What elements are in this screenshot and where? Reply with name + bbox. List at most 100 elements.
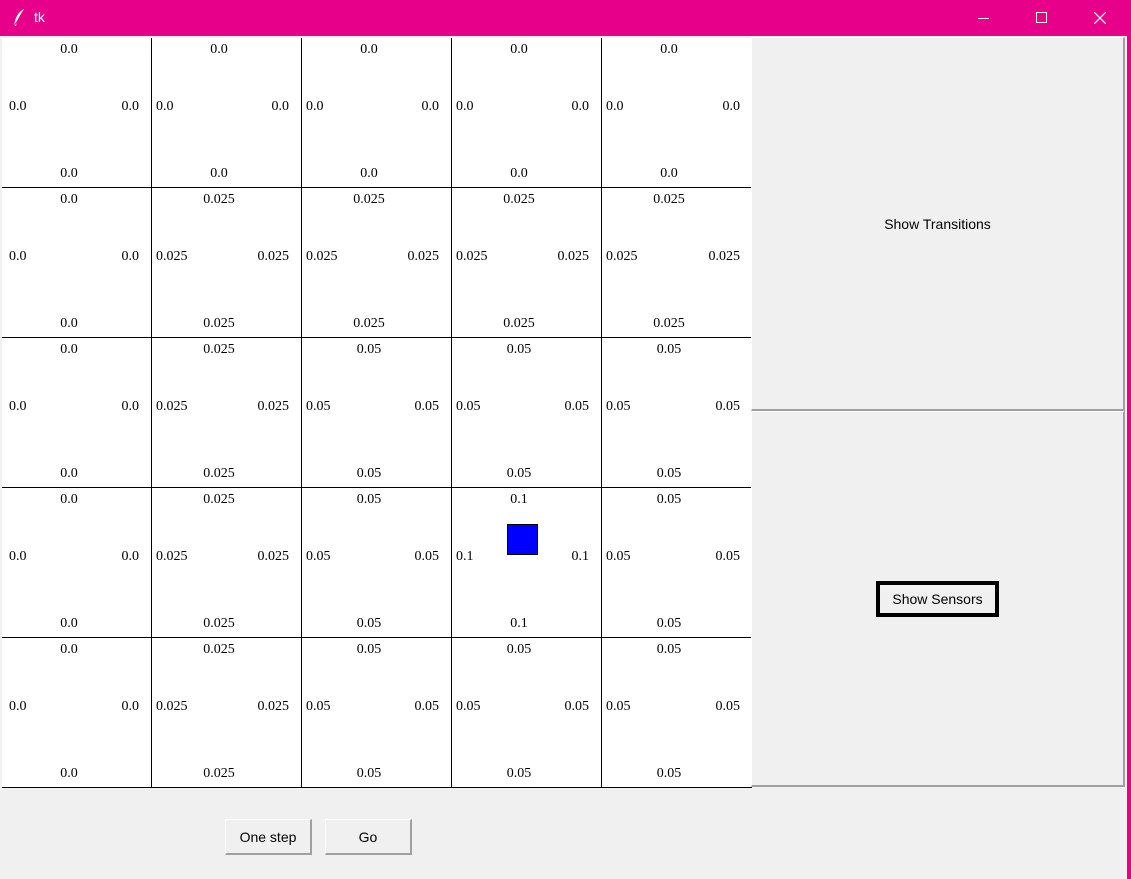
- title-bar: tk: [0, 0, 1131, 36]
- show-sensors-panel[interactable]: Show Sensors: [751, 411, 1125, 787]
- cell-value-right: 0.025: [708, 249, 741, 264]
- cell-value-top: 0.05: [506, 642, 532, 657]
- cell-value-left: 0.0: [156, 99, 174, 114]
- cell-value-bottom: 0.05: [656, 466, 682, 481]
- cell-value-left: 0.025: [156, 249, 188, 264]
- cell-value-left: 0.0: [606, 99, 624, 114]
- cell-value-top: 0.0: [60, 192, 78, 207]
- cell-value-bottom: 0.025: [203, 316, 235, 331]
- cell-value-bottom: 0.0: [60, 766, 78, 781]
- cell-value-top: 0.0: [60, 642, 78, 657]
- grid-cell: 0.025 0.025 0.025 0.025: [152, 338, 302, 488]
- cell-value-top: 0.05: [356, 492, 382, 507]
- grid-cell: 0.025 0.025 0.025 0.025: [302, 188, 452, 338]
- window-frame: [1127, 36, 1131, 879]
- grid-cell: 0.025 0.025 0.025 0.025: [152, 638, 302, 788]
- grid-cell: 0.0 0.0 0.0 0.0: [452, 38, 602, 188]
- cell-value-right: 0.025: [257, 699, 290, 714]
- cell-value-right: 0.025: [257, 549, 290, 564]
- cell-value-left: 0.05: [606, 399, 631, 414]
- grid-cell: 0.0 0.0 0.0 0.0: [2, 188, 152, 338]
- cell-value-right: 0.0: [421, 99, 440, 114]
- cell-value-bottom: 0.05: [356, 616, 382, 631]
- cell-value-right: 0.0: [271, 99, 290, 114]
- cell-value-top: 0.025: [353, 192, 385, 207]
- robot-marker: [507, 524, 538, 555]
- show-transitions-label: Show Transitions: [884, 215, 991, 232]
- cell-value-top: 0.0: [510, 42, 528, 57]
- cell-value-left: 0.0: [9, 699, 27, 714]
- cell-value-right: 0.05: [414, 549, 440, 564]
- cell-value-top: 0.025: [203, 642, 235, 657]
- cell-value-left: 0.025: [306, 249, 338, 264]
- cell-value-top: 0.025: [653, 192, 685, 207]
- cell-value-right: 0.0: [571, 99, 590, 114]
- close-button[interactable]: [1071, 0, 1129, 36]
- cell-value-right: 0.0: [722, 99, 741, 114]
- cell-value-bottom: 0.025: [353, 316, 385, 331]
- grid-cell: 0.0 0.0 0.0 0.0: [302, 38, 452, 188]
- cell-value-top: 0.025: [503, 192, 535, 207]
- show-transitions-button[interactable]: Show Transitions: [751, 37, 1125, 411]
- cell-value-left: 0.025: [156, 699, 188, 714]
- grid-cell: 0.0 0.0 0.0 0.0: [602, 38, 752, 188]
- grid-cell: 0.05 0.05 0.05 0.05: [302, 488, 452, 638]
- grid-cell: 0.0 0.0 0.0 0.0: [2, 338, 152, 488]
- cell-value-top: 0.025: [203, 192, 235, 207]
- cell-value-left: 0.025: [606, 249, 638, 264]
- cell-value-top: 0.1: [510, 492, 528, 507]
- cell-value-bottom: 0.025: [203, 766, 235, 781]
- cell-value-bottom: 0.025: [203, 616, 235, 631]
- cell-value-bottom: 0.0: [510, 166, 528, 181]
- cell-value-left: 0.0: [9, 399, 27, 414]
- cell-value-right: 0.05: [414, 399, 440, 414]
- cell-value-bottom: 0.025: [203, 466, 235, 481]
- cell-value-top: 0.05: [656, 342, 682, 357]
- cell-value-bottom: 0.05: [656, 766, 682, 781]
- cell-value-right: 0.025: [257, 249, 290, 264]
- cell-value-bottom: 0.0: [60, 466, 78, 481]
- cell-value-left: 0.05: [606, 699, 631, 714]
- cell-value-top: 0.05: [656, 642, 682, 657]
- cell-value-bottom: 0.0: [360, 166, 378, 181]
- cell-value-left: 0.0: [306, 99, 324, 114]
- grid-cell: 0.05 0.05 0.05 0.05: [302, 638, 452, 788]
- cell-value-left: 0.05: [606, 549, 631, 564]
- cell-value-left: 0.0: [9, 99, 27, 114]
- maximize-button[interactable]: [1013, 0, 1071, 36]
- cell-value-left: 0.0: [9, 549, 27, 564]
- minimize-button[interactable]: [955, 0, 1013, 36]
- cell-value-bottom: 0.0: [60, 616, 78, 631]
- cell-value-left: 0.05: [456, 699, 481, 714]
- cell-value-bottom: 0.025: [503, 316, 535, 331]
- grid-cell: 0.025 0.025 0.025 0.025: [152, 188, 302, 338]
- cell-value-right: 0.0: [121, 699, 140, 714]
- cell-value-top: 0.0: [60, 492, 78, 507]
- cell-value-top: 0.05: [506, 342, 532, 357]
- cell-value-bottom: 0.05: [656, 616, 682, 631]
- cell-value-bottom: 0.0: [660, 166, 678, 181]
- go-button[interactable]: Go: [325, 819, 412, 855]
- cell-value-bottom: 0.05: [506, 466, 532, 481]
- cell-value-top: 0.0: [360, 42, 378, 57]
- feather-icon: [12, 8, 28, 28]
- cell-value-right: 0.05: [564, 699, 590, 714]
- grid-cell: 0.05 0.05 0.05 0.05: [302, 338, 452, 488]
- grid-cell: 0.05 0.05 0.05 0.05: [602, 638, 752, 788]
- cell-value-top: 0.0: [60, 342, 78, 357]
- cell-value-top: 0.05: [656, 492, 682, 507]
- grid-cell: 0.05 0.05 0.05 0.05: [602, 338, 752, 488]
- grid-cell: 0.05 0.05 0.05 0.05: [452, 638, 602, 788]
- cell-value-left: 0.1: [456, 549, 474, 564]
- one-step-button[interactable]: One step: [225, 819, 312, 855]
- show-sensors-button[interactable]: Show Sensors: [876, 580, 999, 617]
- grid-cell: 0.025 0.025 0.025 0.025: [452, 188, 602, 338]
- cell-value-bottom: 0.0: [60, 166, 78, 181]
- cell-value-top: 0.025: [203, 492, 235, 507]
- cell-value-right: 0.05: [715, 699, 741, 714]
- cell-value-top: 0.0: [660, 42, 678, 57]
- cell-value-bottom: 0.05: [356, 766, 382, 781]
- cell-value-left: 0.05: [456, 399, 481, 414]
- cell-value-bottom: 0.05: [356, 466, 382, 481]
- cell-value-right: 0.0: [121, 549, 140, 564]
